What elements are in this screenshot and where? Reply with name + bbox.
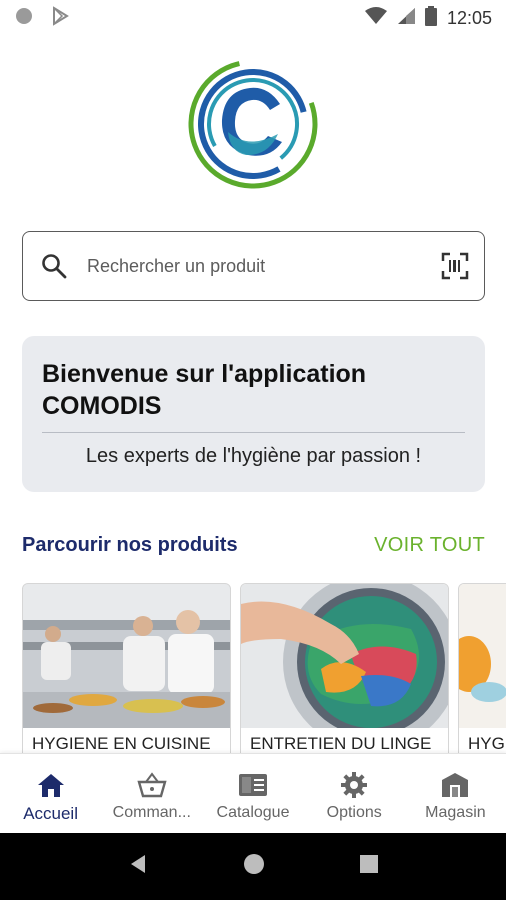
- hygiene-image: [459, 584, 506, 728]
- circle-dot-icon: [14, 6, 34, 31]
- play-store-icon: [50, 5, 70, 31]
- kitchen-image: [23, 584, 230, 728]
- search-icon[interactable]: [39, 251, 69, 281]
- product-card-label: HYGIENE EN CUISINE: [32, 734, 211, 753]
- status-right: 12:05: [364, 5, 492, 31]
- product-card-kitchen[interactable]: HYGIENE EN CUISINE: [22, 583, 231, 753]
- wifi-icon: [364, 6, 387, 30]
- catalog-icon: [238, 770, 268, 800]
- store-icon: [440, 770, 470, 800]
- system-navigation-bar: [0, 833, 506, 900]
- battery-icon: [424, 5, 437, 31]
- status-time: 12:05: [446, 7, 492, 28]
- status-left: [14, 5, 70, 31]
- gear-icon: [339, 770, 369, 800]
- signal-icon: [397, 7, 415, 30]
- nav-item-accueil[interactable]: Accueil: [0, 754, 101, 834]
- nav-label: Catalogue: [216, 804, 290, 821]
- laundry-image: [241, 584, 448, 728]
- welcome-subtitle: Les experts de l'hygiène par passion !: [85, 445, 422, 467]
- basket-icon: [137, 770, 167, 800]
- search-input[interactable]: [85, 254, 440, 278]
- product-card-hygiene[interactable]: HYGIENE: [458, 583, 506, 753]
- welcome-panel: Bienvenue sur l'application COMODIS Les …: [22, 336, 485, 492]
- bottom-navigation: Accueil Comman... Catalogue Options Maga…: [0, 753, 506, 834]
- nav-item-magasin[interactable]: Magasin: [405, 754, 506, 834]
- search-bar[interactable]: [22, 231, 485, 301]
- product-carousel[interactable]: HYGIENE EN CUISINE ENTRETIEN DU LINGE HY…: [22, 583, 506, 753]
- nav-label: Magasin: [425, 804, 486, 821]
- products-title: Parcourir nos produits: [22, 534, 238, 556]
- see-all-link[interactable]: VOIR TOUT: [374, 534, 485, 557]
- product-card-label: HYGIENE: [468, 734, 506, 753]
- home-circle-icon[interactable]: [242, 852, 266, 881]
- nav-item-options[interactable]: Options: [304, 754, 405, 834]
- welcome-title: Bienvenue sur l'application COMODIS: [42, 360, 367, 420]
- nav-label: Accueil: [23, 804, 78, 823]
- products-header: Parcourir nos produits VOIR TOUT: [22, 534, 485, 557]
- nav-item-catalogue[interactable]: Catalogue: [202, 754, 303, 834]
- recents-icon[interactable]: [359, 854, 379, 879]
- comodis-logo: [188, 58, 318, 190]
- nav-item-commandes[interactable]: Comman...: [101, 754, 202, 834]
- welcome-divider: [42, 432, 465, 433]
- nav-label: Comman...: [112, 804, 191, 821]
- status-bar: 12:05: [0, 0, 506, 36]
- nav-label: Options: [326, 804, 382, 821]
- home-icon: [36, 770, 66, 800]
- back-icon[interactable]: [127, 853, 149, 880]
- barcode-scan-icon[interactable]: [440, 251, 470, 281]
- product-card-label: ENTRETIEN DU LINGE: [250, 734, 432, 753]
- product-card-laundry[interactable]: ENTRETIEN DU LINGE: [240, 583, 449, 753]
